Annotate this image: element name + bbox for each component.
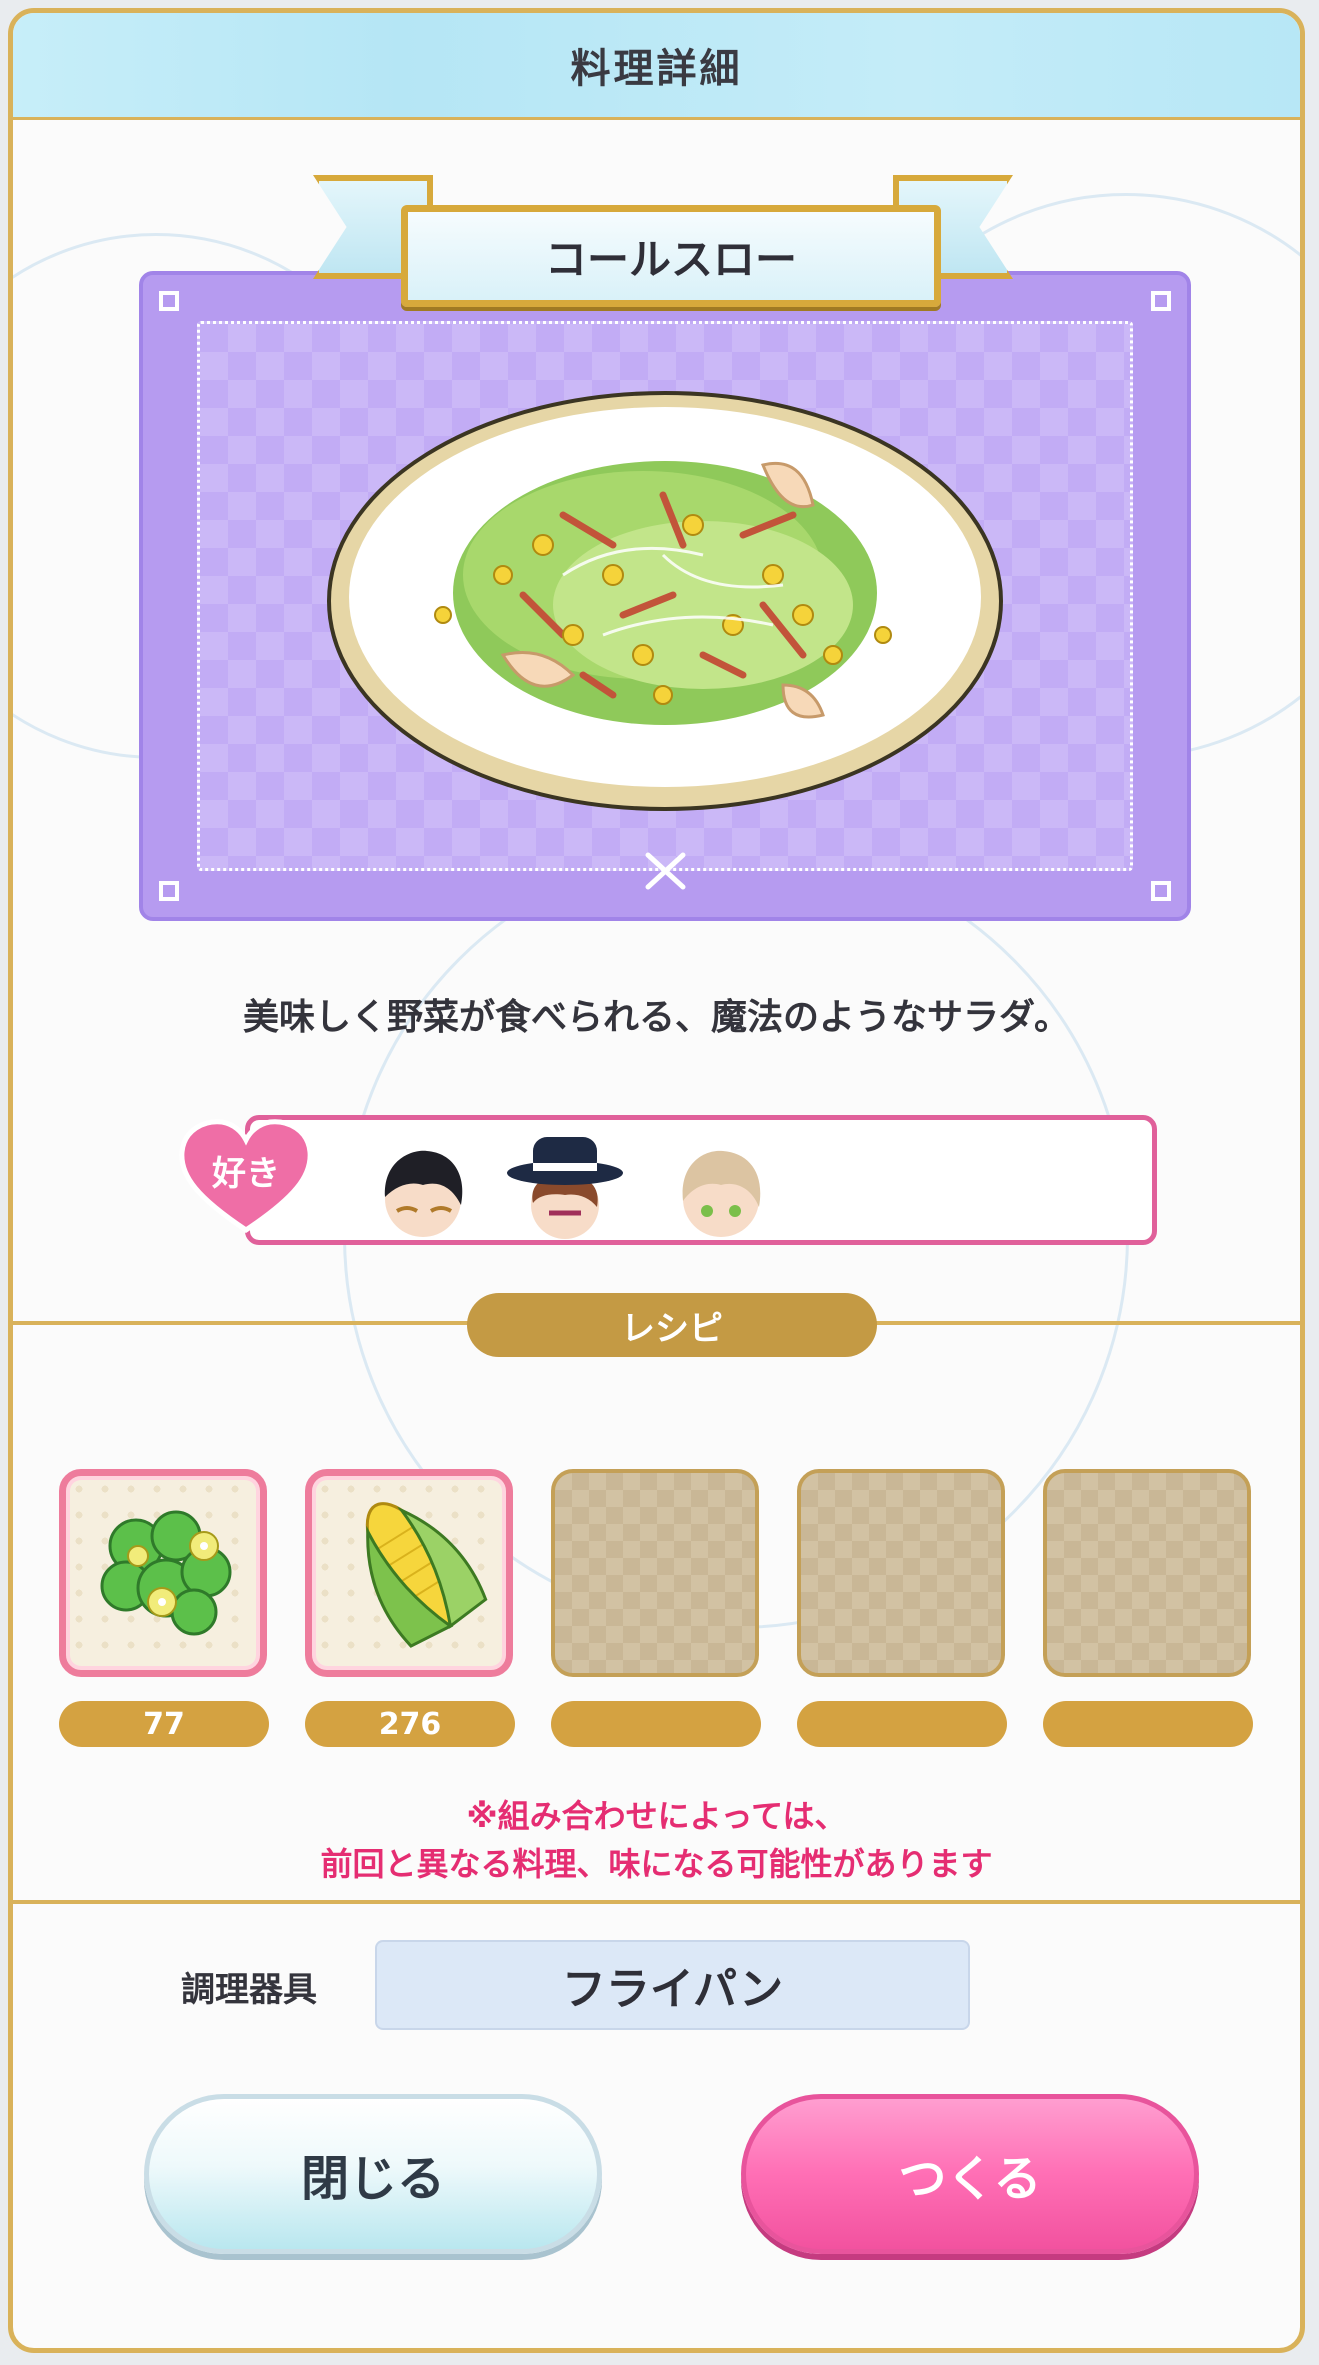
combination-notice-line1: ※組み合わせによっては、 [466, 1797, 847, 1835]
recipe-header: レシピ [467, 1293, 877, 1357]
page-title: 料理詳細 [570, 46, 743, 92]
ingredient-slot-4[interactable] [797, 1469, 1005, 1677]
tool-divider [13, 1900, 1300, 1904]
character-avatar-hat[interactable] [505, 1123, 625, 1247]
green-flower-herb-icon [100, 1510, 232, 1636]
ingredient-count-4 [797, 1701, 1007, 1747]
character-avatar-dark-hair[interactable] [371, 1141, 475, 1245]
cooking-tool-label: 調理器具 [181, 1970, 317, 2010]
make-button[interactable]: つくる [741, 2094, 1199, 2254]
cooking-tool-selector[interactable]: フライパン [375, 1940, 970, 2030]
ingredient-count-1: 77 [59, 1701, 269, 1747]
close-button[interactable]: 閉じる [144, 2094, 602, 2254]
title-bar: 料理詳細 [13, 13, 1300, 120]
like-label: 好き [212, 1154, 280, 1194]
like-heart-badge: 好き [178, 1118, 314, 1236]
ingredient-slot-2[interactable] [305, 1469, 513, 1677]
ingredient-count-5 [1043, 1701, 1253, 1747]
coleslaw-plate-image [327, 391, 1003, 890]
recipe-label: レシピ [621, 1308, 723, 1349]
combination-notice-line2: 前回と異なる料理、味になる可能性があります [320, 1845, 993, 1883]
dish-detail-panel: 料理詳細 コールスロー 美味しく野菜が食べられる、魔法のようなサラダ。 好き レ… [8, 8, 1305, 2353]
dish-name-ribbon: コールスロー [401, 205, 941, 307]
ingredient-slot-1[interactable] [59, 1469, 267, 1677]
fork-knife-icon [645, 852, 686, 890]
corn-icon [365, 1502, 488, 1648]
dish-name: コールスロー [544, 234, 797, 284]
ingredient-count-3 [551, 1701, 761, 1747]
dish-description: 美味しく野菜が食べられる、魔法のようなサラダ。 [243, 997, 1070, 1038]
ingredient-slot-5[interactable] [1043, 1469, 1251, 1677]
ingredient-slot-3[interactable] [551, 1469, 759, 1677]
character-avatar-blonde[interactable] [669, 1141, 773, 1245]
ingredient-count-2: 276 [305, 1701, 515, 1747]
dish-image-frame [139, 271, 1191, 921]
